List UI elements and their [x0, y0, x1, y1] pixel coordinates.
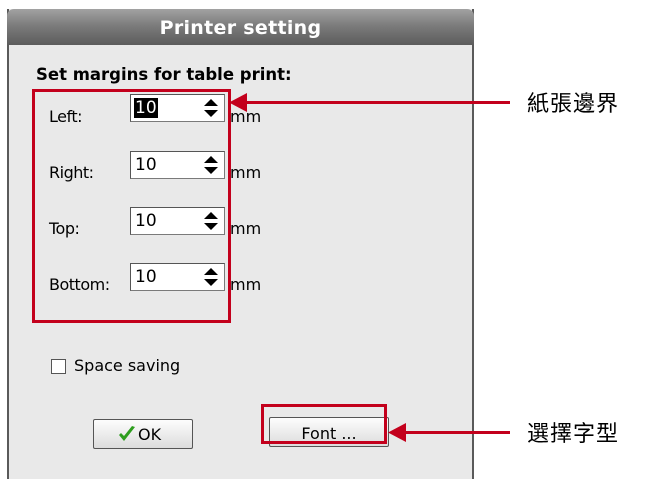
checkmark-icon [119, 426, 135, 441]
bottom-margin-unit: mm [230, 275, 262, 294]
margins-arrow-head-icon [229, 93, 247, 112]
margins-heading: Set margins for table print: [36, 65, 292, 84]
right-margin-unit: mm [230, 163, 262, 182]
margins-arrow-line [240, 101, 510, 104]
font-button-highlight-box [261, 404, 387, 444]
margins-annotation: 紙張邊界 [527, 92, 620, 117]
dialog-title: Printer setting [159, 17, 322, 39]
top-margin-unit: mm [230, 219, 262, 238]
font-arrow-head-icon [388, 423, 406, 442]
ok-button[interactable]: OK [93, 419, 193, 449]
font-annotation: 選擇字型 [527, 422, 620, 447]
dialog-titlebar[interactable]: Printer setting [7, 9, 474, 45]
space-saving-checkbox[interactable] [51, 359, 66, 374]
ok-button-label: OK [138, 425, 162, 444]
font-arrow-line [400, 431, 510, 434]
margins-highlight-box [32, 89, 231, 323]
space-saving-label[interactable]: Space saving [74, 356, 180, 375]
